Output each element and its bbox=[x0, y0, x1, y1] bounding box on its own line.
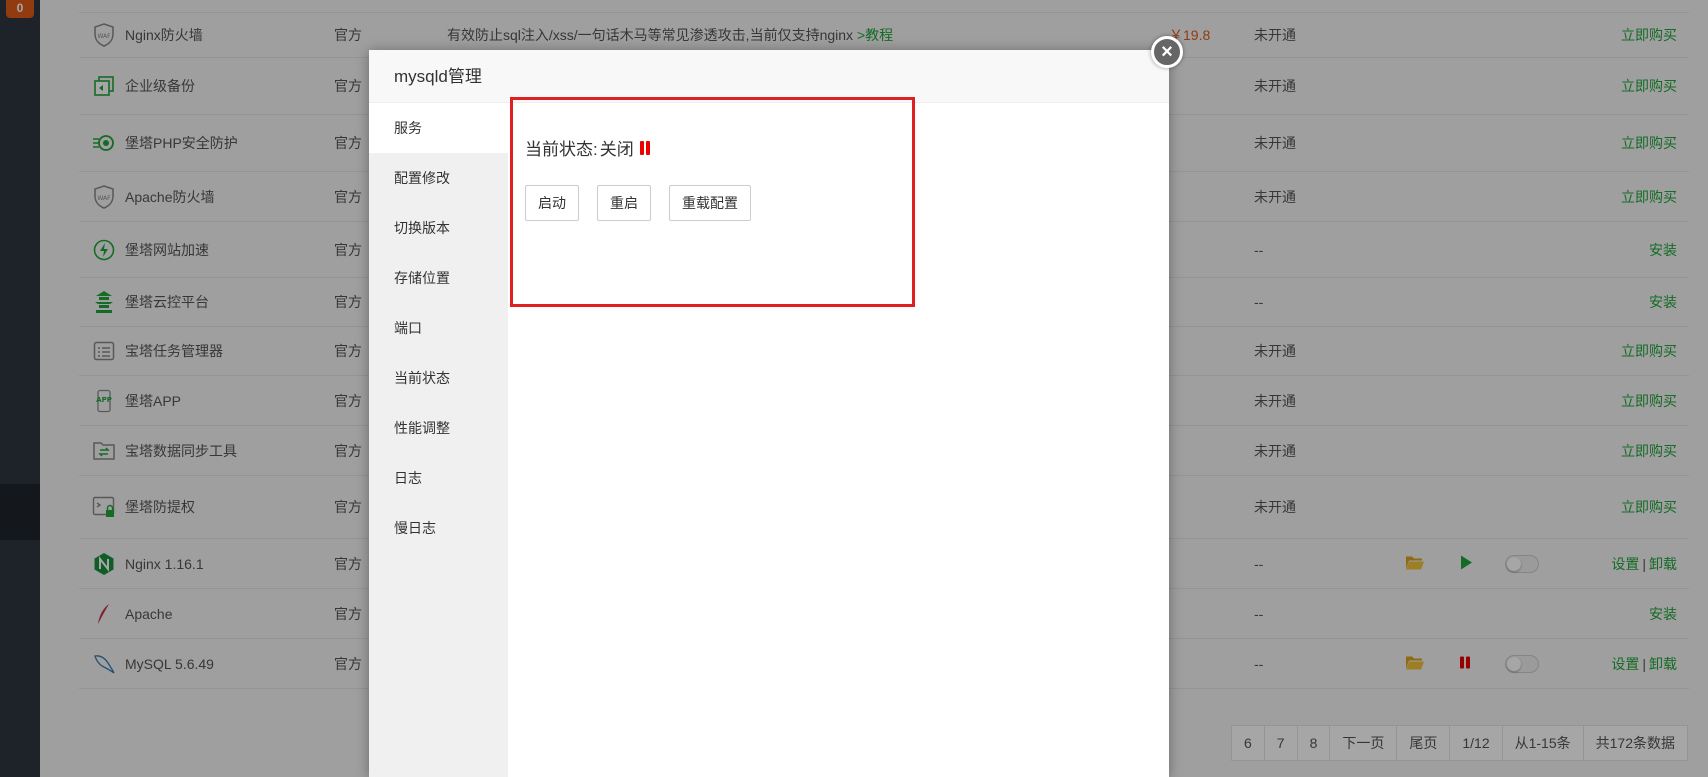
nav-config-edit[interactable]: 配置修改 bbox=[369, 153, 508, 203]
nav-port[interactable]: 端口 bbox=[369, 303, 508, 353]
restart-button[interactable]: 重启 bbox=[597, 185, 651, 221]
nav-switch-version[interactable]: 切换版本 bbox=[369, 203, 508, 253]
stopped-icon bbox=[639, 140, 650, 155]
service-actions: 启动 重启 重载配置 bbox=[525, 185, 751, 221]
nav-storage-location[interactable]: 存储位置 bbox=[369, 253, 508, 303]
status-label: 当前状态: bbox=[525, 140, 598, 159]
nav-current-status[interactable]: 当前状态 bbox=[369, 353, 508, 403]
nav-service[interactable]: 服务 bbox=[369, 103, 508, 153]
service-status: 当前状态: 关闭 bbox=[525, 135, 650, 160]
dialog-title: mysqld管理 bbox=[369, 50, 1169, 103]
status-value: 关闭 bbox=[599, 140, 634, 159]
start-button[interactable]: 启动 bbox=[525, 185, 579, 221]
close-icon[interactable]: × bbox=[1151, 36, 1183, 68]
mysqld-manage-dialog: mysqld管理 × 服务 配置修改 切换版本 存储位置 端口 当前状态 性能调… bbox=[369, 36, 1183, 777]
nav-log[interactable]: 日志 bbox=[369, 453, 508, 503]
nav-performance-tuning[interactable]: 性能调整 bbox=[369, 403, 508, 453]
dialog-nav: 服务 配置修改 切换版本 存储位置 端口 当前状态 性能调整 日志 慢日志 bbox=[369, 103, 508, 777]
nav-slow-log[interactable]: 慢日志 bbox=[369, 503, 508, 553]
reload-config-button[interactable]: 重载配置 bbox=[669, 185, 751, 221]
